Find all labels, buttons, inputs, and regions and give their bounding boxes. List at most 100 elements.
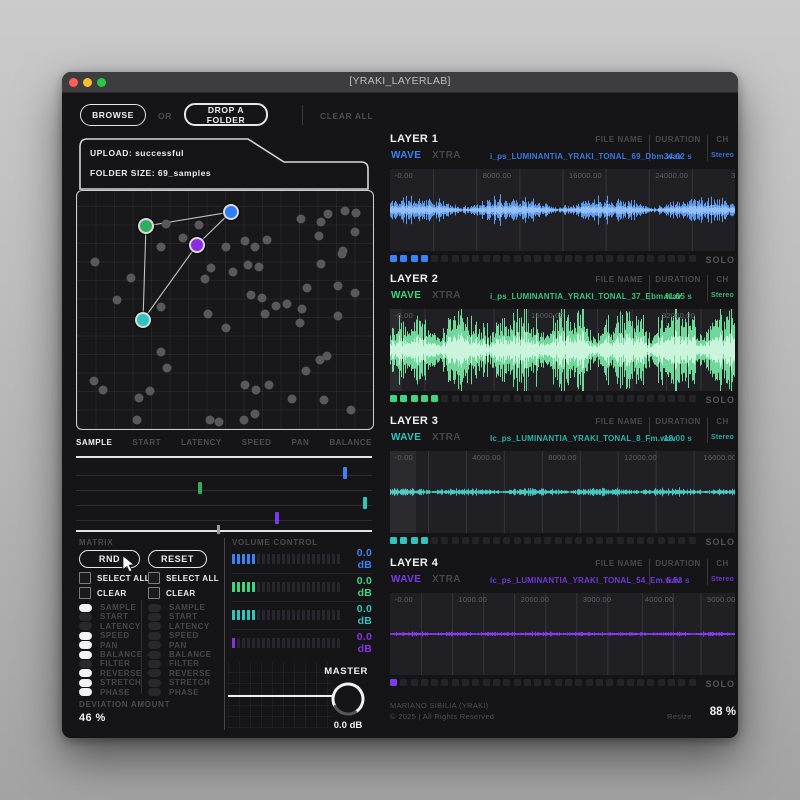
step-square[interactable] [462, 395, 469, 402]
step-square[interactable] [431, 255, 438, 262]
param-tab-sample[interactable]: SAMPLE [76, 438, 112, 447]
step-square[interactable] [627, 679, 634, 686]
toggle-pill-icon[interactable] [148, 660, 161, 668]
matrix-toggle-filter-col1[interactable]: FILTER [79, 659, 130, 668]
step-square[interactable] [606, 255, 613, 262]
browse-button[interactable]: BROWSE [80, 104, 146, 126]
matrix-toggle-reverse-col1[interactable]: REVERSE [79, 669, 142, 678]
checkbox-icon[interactable] [79, 587, 91, 599]
sample-scatter-pad[interactable] [76, 190, 374, 430]
step-square[interactable] [565, 679, 572, 686]
toggle-pill-icon[interactable] [148, 688, 161, 696]
matrix-toggle-phase-col1[interactable]: PHASE [79, 688, 130, 697]
step-square[interactable] [668, 395, 675, 402]
step-square[interactable] [493, 255, 500, 262]
step-square[interactable] [606, 395, 613, 402]
step-square[interactable] [462, 679, 469, 686]
step-square[interactable] [421, 537, 428, 544]
matrix-toggle-balance-col1[interactable]: BALANCE [79, 650, 143, 659]
step-square[interactable] [637, 255, 644, 262]
toggle-pill-icon[interactable] [79, 622, 92, 630]
layer-slider-3[interactable] [76, 492, 372, 507]
matrix-toggle-latency-col2[interactable]: LATENCY [148, 622, 210, 631]
step-square[interactable] [658, 255, 665, 262]
step-square[interactable] [483, 255, 490, 262]
step-square[interactable] [617, 255, 624, 262]
reset-button[interactable]: RESET [148, 550, 207, 568]
step-square[interactable] [637, 395, 644, 402]
step-square[interactable] [503, 679, 510, 686]
step-square[interactable] [575, 679, 582, 686]
matrix-toggle-pan-col1[interactable]: PAN [79, 641, 118, 650]
step-square[interactable] [503, 395, 510, 402]
toggle-pill-icon[interactable] [148, 622, 161, 630]
step-square[interactable] [555, 537, 562, 544]
step-square[interactable] [668, 537, 675, 544]
layer-node-4[interactable] [135, 312, 151, 328]
step-square[interactable] [586, 537, 593, 544]
step-square[interactable] [503, 537, 510, 544]
step-square[interactable] [421, 255, 428, 262]
step-square[interactable] [441, 395, 448, 402]
matrix-toggle-pan-col2[interactable]: PAN [148, 641, 187, 650]
step-square[interactable] [586, 395, 593, 402]
step-square[interactable] [493, 679, 500, 686]
step-square[interactable] [514, 395, 521, 402]
matrix-toggle-filter-col2[interactable]: FILTER [148, 659, 199, 668]
step-square[interactable] [524, 537, 531, 544]
matrix-toggle-stretch-col2[interactable]: STRETCH [148, 678, 210, 687]
xtra-tab[interactable]: XTRA [432, 290, 461, 301]
toggle-pill-icon[interactable] [148, 632, 161, 640]
toggle-pill-icon[interactable] [79, 651, 92, 659]
step-square[interactable] [647, 537, 654, 544]
layer-node-1[interactable] [138, 218, 154, 234]
layer-node-2[interactable] [223, 204, 239, 220]
matrix-toggle-reverse-col2[interactable]: REVERSE [148, 669, 211, 678]
step-square[interactable] [462, 255, 469, 262]
clear-all-button[interactable]: CLEAR ALL [320, 111, 373, 121]
step-square[interactable] [431, 537, 438, 544]
step-square[interactable] [472, 679, 479, 686]
step-square[interactable] [678, 255, 685, 262]
step-square[interactable] [452, 395, 459, 402]
toggle-pill-icon[interactable] [148, 613, 161, 621]
step-square[interactable] [544, 537, 551, 544]
matrix-toggle-speed-col1[interactable]: SPEED [79, 631, 130, 640]
toggle-pill-icon[interactable] [79, 613, 92, 621]
param-tab-balance[interactable]: BALANCE [329, 438, 372, 447]
step-square[interactable] [534, 679, 541, 686]
step-square[interactable] [627, 537, 634, 544]
checkbox-icon[interactable] [148, 587, 160, 599]
toggle-pill-icon[interactable] [79, 604, 92, 612]
matrix-toggle-stretch-col1[interactable]: STRETCH [79, 678, 141, 687]
step-square[interactable] [555, 679, 562, 686]
clear-checkbox-col1[interactable]: CLEAR [79, 587, 127, 599]
step-square[interactable] [534, 395, 541, 402]
layer-slider-1[interactable] [76, 462, 372, 477]
step-square[interactable] [637, 679, 644, 686]
step-square[interactable] [411, 679, 418, 686]
layer-node-3[interactable] [189, 237, 205, 253]
step-square[interactable] [534, 537, 541, 544]
toggle-pill-icon[interactable] [79, 660, 92, 668]
step-square[interactable] [627, 255, 634, 262]
step-square[interactable] [421, 395, 428, 402]
toggle-pill-icon[interactable] [148, 604, 161, 612]
toggle-pill-icon[interactable] [79, 632, 92, 640]
step-square[interactable] [400, 537, 407, 544]
step-square[interactable] [544, 395, 551, 402]
resize-control[interactable]: Resize [667, 712, 692, 721]
step-square[interactable] [400, 679, 407, 686]
step-square[interactable] [647, 679, 654, 686]
toggle-pill-icon[interactable] [148, 641, 161, 649]
waveform-display[interactable]: -0.001000.002000.003000.004000.005000.00 [390, 593, 735, 675]
toggle-pill-icon[interactable] [79, 669, 92, 677]
step-square[interactable] [565, 255, 572, 262]
xtra-tab[interactable]: XTRA [432, 432, 461, 443]
solo-button[interactable]: SOLO [705, 679, 735, 689]
step-square[interactable] [689, 537, 696, 544]
toggle-pill-icon[interactable] [148, 669, 161, 677]
step-square[interactable] [617, 395, 624, 402]
step-square[interactable] [637, 537, 644, 544]
wave-tab[interactable]: WAVE [391, 150, 421, 161]
